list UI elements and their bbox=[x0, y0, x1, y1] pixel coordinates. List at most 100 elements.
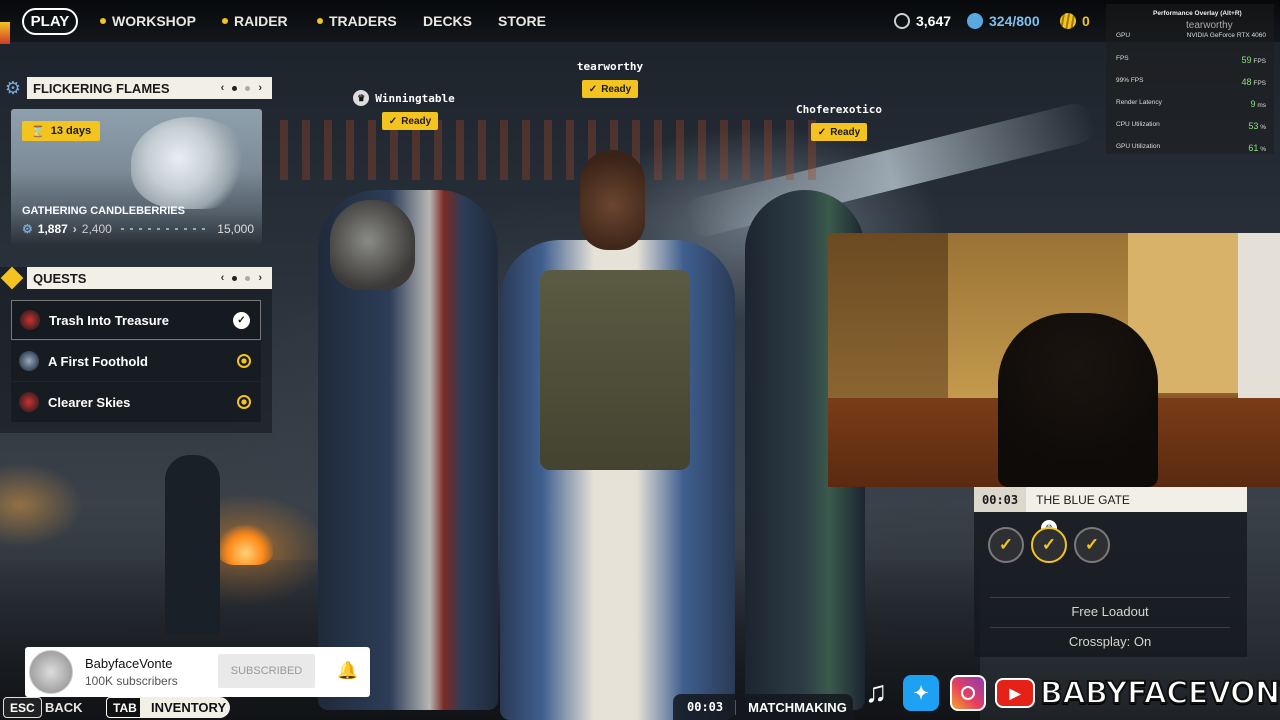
player-tag-2: tearworthy ✓ Ready bbox=[560, 60, 660, 98]
pager-dot-active bbox=[232, 85, 238, 91]
quest-label: A First Foothold bbox=[48, 353, 148, 369]
ready-label: Ready bbox=[830, 126, 861, 138]
perf-fps-unit: FPS bbox=[1253, 58, 1266, 65]
hourglass-icon: ⌛ bbox=[31, 125, 45, 138]
raider-emblem-icon: ✓ bbox=[1041, 535, 1057, 554]
raider-token-icon bbox=[967, 13, 983, 29]
character-left-helmet bbox=[330, 200, 415, 290]
quest-giver-icon bbox=[19, 392, 39, 412]
webcam-person bbox=[998, 313, 1158, 487]
tab-key[interactable]: TAB bbox=[106, 697, 144, 718]
perf-99fps-unit: FPS bbox=[1253, 80, 1266, 87]
perf-gpu-util-unit: % bbox=[1260, 146, 1266, 153]
channel-name: BabyfaceVonte bbox=[85, 656, 173, 671]
chevron-right-icon[interactable]: › bbox=[258, 82, 262, 94]
gear-icon: ⚙ bbox=[4, 77, 22, 98]
quest-item-trash-into-treasure[interactable]: Trash Into Treasure ✓ bbox=[11, 300, 261, 340]
player-name-row: ♛ Winningtable bbox=[344, 90, 464, 106]
quests-header[interactable]: QUESTS ‹ › bbox=[27, 267, 272, 289]
edge-flag-accent bbox=[0, 22, 10, 44]
chevron-left-icon[interactable]: ‹ bbox=[221, 272, 225, 284]
perf-gpu-label: GPU bbox=[1116, 32, 1131, 39]
event-next-tier: 2,400 bbox=[81, 222, 112, 236]
chevron-right-icon[interactable]: › bbox=[258, 272, 262, 284]
check-icon: ✓ bbox=[817, 126, 827, 138]
lobby-card: 00:03 THE BLUE GATE 🔈 ✓ ♛ ✓ ✓ Free Loado… bbox=[974, 487, 1247, 657]
nav-store[interactable]: STORE bbox=[498, 13, 546, 29]
perf-gpu-name: NVIDIA GeForce RTX 4060 bbox=[1186, 32, 1266, 39]
event-card[interactable]: ⌛ 13 days GATHERING CANDLEBERRIES ⚙ 1,887… bbox=[11, 109, 262, 245]
play-button[interactable]: PLAY bbox=[22, 8, 78, 35]
party-slot-2[interactable]: ✓ bbox=[1031, 527, 1067, 563]
matchmaking-bar[interactable]: 00:03 MATCHMAKING bbox=[673, 694, 853, 720]
lobby-timer: 00:03 bbox=[974, 487, 1027, 512]
free-loadout-option[interactable]: Free Loadout bbox=[990, 597, 1230, 625]
currency-coins[interactable]: 3,647 bbox=[894, 13, 951, 29]
coins-value: 3,647 bbox=[916, 13, 952, 29]
pager-dot bbox=[245, 85, 251, 91]
performance-overlay: Performance Overlay (Alt+R) tearworthy G… bbox=[1106, 4, 1274, 154]
quest-giver-icon bbox=[19, 351, 39, 371]
event-header[interactable]: FLICKERING FLAMES ‹ › bbox=[27, 77, 272, 99]
quest-item-clearer-skies[interactable]: Clearer Skies bbox=[11, 382, 261, 422]
streamer-handle: BABYFACEVONTE bbox=[1039, 675, 1280, 712]
quest-item-a-first-foothold[interactable]: A First Foothold bbox=[11, 341, 261, 381]
nav-traders-label: TRADERS bbox=[329, 13, 397, 29]
gear-icon: ⚙ bbox=[22, 222, 33, 236]
subscribed-button[interactable]: SUBSCRIBED bbox=[218, 654, 315, 688]
event-progress-track bbox=[120, 228, 209, 230]
player-tag-1: ♛ Winningtable ✓ Ready bbox=[344, 90, 464, 130]
quest-label: Trash Into Treasure bbox=[49, 312, 169, 328]
player-name: Winningtable bbox=[375, 91, 455, 105]
quests-pager: ‹ › bbox=[221, 272, 262, 284]
check-icon: ✓ bbox=[588, 83, 598, 95]
tiktok-icon: ♫ bbox=[864, 676, 888, 709]
twitter-icon: ✦ bbox=[903, 675, 939, 711]
nav-workshop[interactable]: WORKSHOP bbox=[100, 13, 196, 29]
nav-raider[interactable]: RAIDER bbox=[222, 13, 288, 29]
nav-decks[interactable]: DECKS bbox=[423, 13, 472, 29]
perf-fps-label: FPS bbox=[1116, 55, 1129, 62]
chevron-left-icon[interactable]: ‹ bbox=[221, 82, 225, 94]
ready-badge: ✓ Ready bbox=[810, 123, 868, 141]
ready-label: Ready bbox=[601, 83, 632, 95]
currency-raider-tokens[interactable]: 324/800 bbox=[967, 13, 1040, 29]
crossplay-option[interactable]: Crossplay: On bbox=[990, 627, 1230, 655]
nav-decks-label: DECKS bbox=[423, 13, 473, 29]
ready-label: Ready bbox=[401, 115, 432, 127]
lobby-header: 00:03 THE BLUE GATE bbox=[974, 487, 1247, 512]
top-nav: PLAY WORKSHOP RAIDER TRADERS DECKS STORE… bbox=[0, 0, 1280, 42]
checkmark-icon: ✓ bbox=[233, 312, 250, 329]
matchmaking-label: MATCHMAKING bbox=[735, 699, 847, 715]
subscriber-count: 100K subscribers bbox=[85, 674, 178, 688]
bell-icon[interactable]: 🔔 bbox=[337, 661, 358, 681]
party-slot-1[interactable]: ✓ bbox=[988, 527, 1024, 563]
event-timer: ⌛ 13 days bbox=[22, 121, 101, 141]
party-slot-3[interactable]: ✓ bbox=[1074, 527, 1110, 563]
event-progress-value: 1,887 bbox=[37, 222, 68, 236]
ready-badge: ✓ Ready bbox=[581, 80, 639, 98]
back-label[interactable]: BACK bbox=[45, 700, 83, 715]
event-header-title: FLICKERING FLAMES bbox=[33, 80, 170, 96]
check-icon: ✓ bbox=[388, 115, 398, 127]
esc-key[interactable]: ESC bbox=[3, 697, 42, 718]
channel-avatar bbox=[29, 650, 73, 694]
perf-cpu-value: 53 bbox=[1248, 121, 1259, 131]
nav-raider-label: RAIDER bbox=[234, 13, 288, 29]
perf-latency-value: 9 bbox=[1250, 99, 1256, 109]
currency-cred[interactable]: 0 bbox=[1060, 13, 1090, 29]
inventory-label[interactable]: INVENTORY bbox=[151, 700, 226, 715]
perf-latency-label: Render Latency bbox=[1116, 99, 1162, 106]
perf-username: tearworthy bbox=[1186, 20, 1233, 31]
notification-dot-icon bbox=[317, 18, 323, 24]
nav-workshop-label: WORKSHOP bbox=[112, 13, 196, 29]
webcam-doorway bbox=[1238, 233, 1280, 408]
event-max-tier: 15,000 bbox=[217, 222, 254, 236]
subscribe-card: BabyfaceVonte 100K subscribers SUBSCRIBE… bbox=[25, 647, 370, 697]
character-center-vest bbox=[540, 270, 690, 470]
webcam-feed bbox=[828, 233, 1280, 487]
ready-row: ✓ Ready bbox=[344, 112, 464, 130]
chevron-right-icon: › bbox=[72, 222, 77, 236]
event-title: GATHERING CANDLEBERRIES bbox=[22, 205, 185, 217]
nav-traders[interactable]: TRADERS bbox=[317, 13, 397, 29]
